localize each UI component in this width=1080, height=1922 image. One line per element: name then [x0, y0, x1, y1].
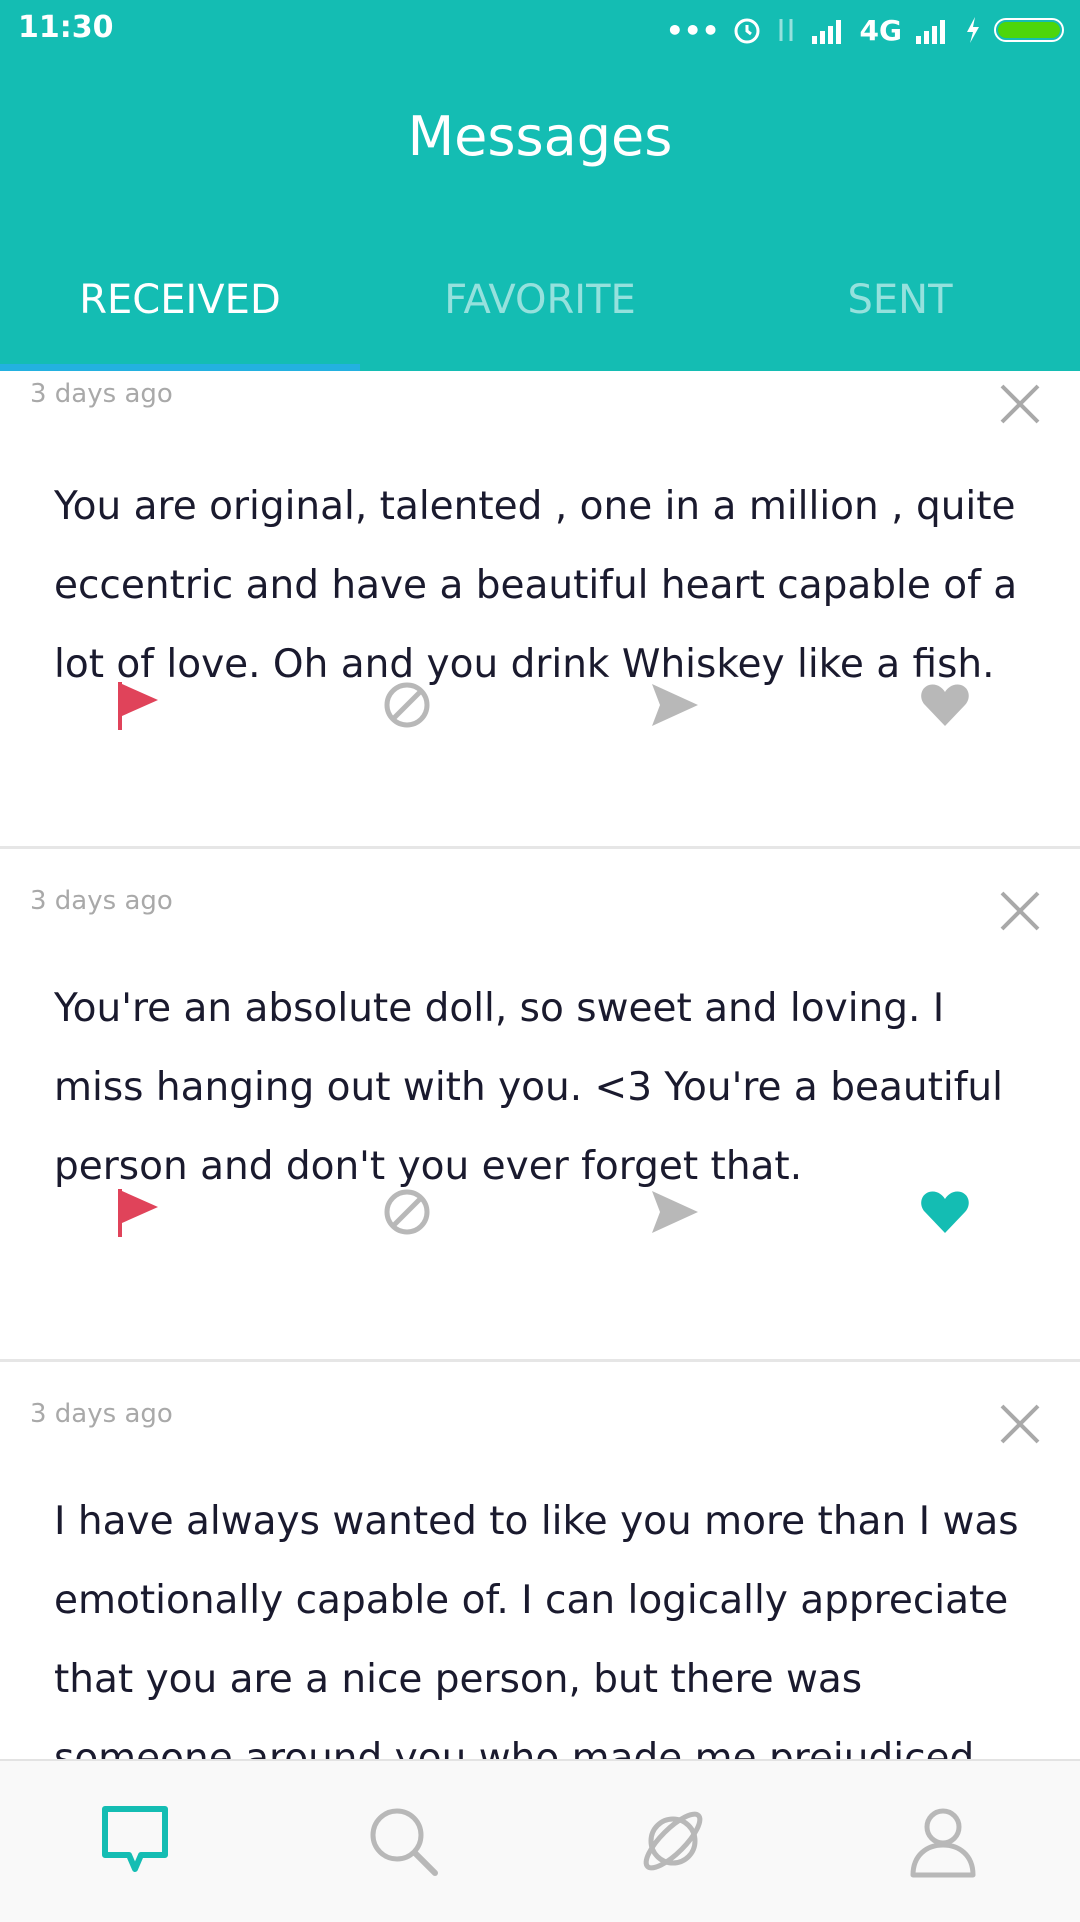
tab-sent[interactable]: SENT: [720, 270, 1080, 360]
tab-bar: RECEIVED FAVORITE SENT: [0, 270, 1080, 360]
charging-icon: [967, 17, 979, 43]
message-text: I have always wanted to like you more th…: [54, 1499, 1019, 1759]
message-text: You are original, talented , one in a mi…: [54, 484, 1018, 687]
heart-icon[interactable]: [918, 678, 972, 732]
network-type: 4G: [859, 13, 902, 47]
tab-indicator: [0, 364, 360, 371]
battery-icon: [994, 18, 1064, 42]
tab-received[interactable]: RECEIVED: [0, 270, 360, 360]
header: 11:30 ••• 4G Messages RECEIVED FAVORITE …: [0, 0, 1080, 371]
block-icon[interactable]: [380, 1185, 434, 1239]
status-bar: 11:30 ••• 4G: [0, 0, 1080, 60]
battery-level: [998, 22, 1060, 38]
message-actions: [0, 1185, 1080, 1245]
message-list[interactable]: 3 days ago You are original, talented , …: [0, 371, 1080, 1759]
block-icon[interactable]: [380, 678, 434, 732]
send-icon[interactable]: [648, 678, 702, 732]
close-icon[interactable]: [996, 380, 1044, 428]
message-time: 3 days ago: [30, 379, 173, 409]
message-time: 3 days ago: [30, 1399, 173, 1429]
status-icons: ••• 4G: [666, 10, 1064, 50]
flag-icon[interactable]: [112, 678, 166, 732]
message-time: 3 days ago: [30, 886, 173, 916]
signal-icon-2: [916, 20, 945, 44]
search-icon[interactable]: [363, 1801, 443, 1881]
chat-icon[interactable]: [95, 1801, 175, 1881]
send-icon[interactable]: [648, 1185, 702, 1239]
flag-icon[interactable]: [112, 1185, 166, 1239]
data-transfer-icon: [779, 19, 793, 41]
page-title: Messages: [407, 105, 673, 168]
close-icon[interactable]: [996, 1400, 1044, 1448]
status-time: 11:30: [18, 10, 114, 45]
message-card: 3 days ago I have always wanted to like …: [0, 1362, 1080, 1759]
close-icon[interactable]: [996, 887, 1044, 935]
tab-favorite[interactable]: FAVORITE: [360, 270, 720, 360]
message-text: You're an absolute doll, so sweet and lo…: [54, 986, 1003, 1189]
message-actions: [0, 678, 1080, 738]
message-card: 3 days ago You are original, talented , …: [0, 371, 1080, 849]
planet-icon[interactable]: [633, 1801, 713, 1881]
bottom-nav: [0, 1759, 1080, 1922]
signal-icon: [811, 20, 841, 44]
heart-icon[interactable]: [918, 1185, 972, 1239]
alarm-icon: [734, 18, 760, 44]
more-dots-icon: •••: [665, 13, 720, 47]
message-card: 3 days ago You're an absolute doll, so s…: [0, 849, 1080, 1362]
profile-icon[interactable]: [903, 1801, 983, 1881]
